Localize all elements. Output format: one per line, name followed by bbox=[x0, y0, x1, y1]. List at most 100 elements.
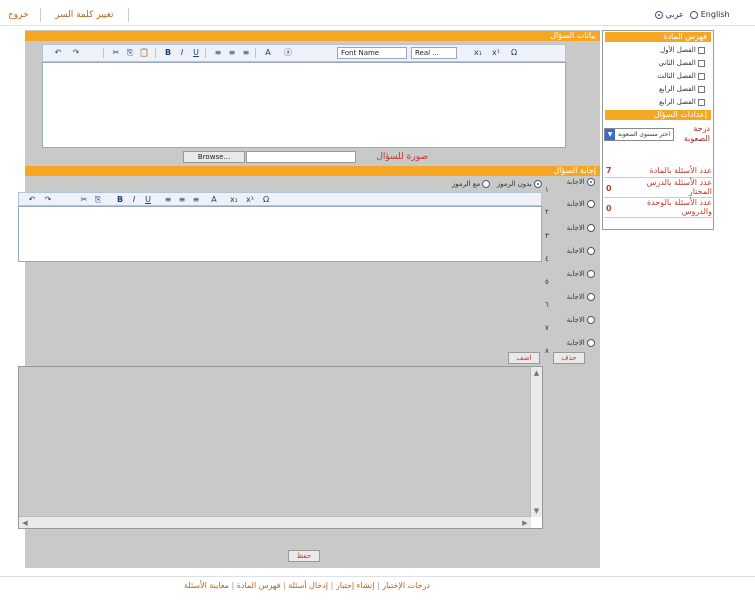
scroll-down-icon[interactable]: ▼ bbox=[531, 505, 542, 517]
special-char-icon[interactable]: Ω bbox=[509, 48, 519, 58]
answer-option[interactable]: الاجابة ٣ bbox=[545, 224, 595, 247]
undo-icon[interactable]: ↶ bbox=[53, 48, 63, 58]
difficulty-label: درجة الصعوبة bbox=[683, 124, 710, 143]
scroll-up-icon[interactable]: ▲ bbox=[531, 367, 542, 379]
answer-radio[interactable] bbox=[587, 270, 595, 278]
chapter-checkbox[interactable] bbox=[698, 46, 705, 54]
scroll-right-icon[interactable]: ▶ bbox=[519, 517, 531, 529]
difficulty-select[interactable]: اختر مستوى الصعوبة ▼ bbox=[604, 128, 674, 141]
symbols-option-row: بدون الرموز مع الرموز bbox=[430, 180, 542, 188]
scroll-left-icon[interactable]: ◀ bbox=[19, 517, 31, 529]
vertical-scrollbar[interactable]: ▲ ▼ bbox=[530, 367, 542, 517]
cut-icon[interactable]: ✂ bbox=[79, 195, 89, 205]
nav-preview-questions[interactable]: معاينة الأسئلة bbox=[184, 581, 229, 590]
answer-option[interactable]: الاجابة ٧ bbox=[545, 316, 595, 339]
subject-index-header: فهرس المادة bbox=[605, 32, 711, 42]
toolbar-separator bbox=[103, 48, 104, 58]
copy-icon[interactable]: ⎘ bbox=[93, 195, 103, 205]
no-symbols-radio[interactable] bbox=[534, 180, 542, 188]
chapter-list: الفصل الأول الفصل الثاني الفصل الثالث ال… bbox=[615, 46, 705, 111]
chapter-checkbox[interactable] bbox=[698, 72, 705, 80]
answer-radio[interactable] bbox=[587, 200, 595, 208]
horizontal-scrollbar[interactable]: ◀ ▶ bbox=[19, 516, 531, 528]
chapter-item[interactable]: الفصل الأول bbox=[615, 46, 705, 59]
nav-create-test[interactable]: إنشاء إختبار bbox=[336, 581, 375, 590]
answer-option[interactable]: الاجابة ١ bbox=[545, 178, 595, 200]
redo-icon[interactable]: ↷ bbox=[71, 48, 81, 58]
bg-color-icon[interactable]: ⓐ bbox=[283, 48, 293, 58]
listbox-content bbox=[19, 367, 531, 517]
align-right-icon[interactable]: ≡ bbox=[191, 195, 201, 205]
underline-icon[interactable]: U bbox=[191, 48, 201, 58]
superscript-icon[interactable]: x¹ bbox=[491, 48, 501, 58]
italic-icon[interactable]: I bbox=[129, 195, 139, 205]
toolbar-separator bbox=[255, 48, 256, 58]
answers-listbox[interactable]: ▲ ▼ ◀ ▶ bbox=[18, 366, 543, 529]
chapter-item[interactable]: الفصل الثالث bbox=[615, 72, 705, 85]
no-symbols-label: بدون الرموز bbox=[496, 180, 532, 188]
browse-button[interactable]: Browse... bbox=[183, 151, 245, 163]
bold-icon[interactable]: B bbox=[115, 195, 125, 205]
superscript-icon[interactable]: x¹ bbox=[245, 195, 255, 205]
delete-answer-button[interactable]: حذف bbox=[553, 352, 585, 364]
with-symbols-radio[interactable] bbox=[482, 180, 491, 188]
align-center-icon[interactable]: ≡ bbox=[177, 195, 187, 205]
arabic-radio[interactable] bbox=[655, 10, 663, 19]
redo-icon[interactable]: ↷ bbox=[43, 195, 53, 205]
nav-subject-index[interactable]: فهرس المادة bbox=[237, 581, 281, 590]
answer-radio[interactable] bbox=[587, 339, 595, 347]
paste-icon[interactable]: 📋 bbox=[139, 48, 149, 58]
font-size-select[interactable]: Real ... bbox=[411, 47, 457, 59]
answer-option[interactable]: الاجابة ٤ bbox=[545, 247, 595, 270]
special-char-icon[interactable]: Ω bbox=[261, 195, 271, 205]
chapter-checkbox[interactable] bbox=[698, 98, 705, 106]
add-answer-button[interactable]: اضف bbox=[508, 352, 540, 364]
stat-row: 0 عدد الأسئلة بالدرس المختار bbox=[604, 178, 714, 198]
chapter-item[interactable]: الفصل الرابع bbox=[615, 85, 705, 98]
underline-icon[interactable]: U bbox=[143, 195, 153, 205]
answer-list: الاجابة ١ الاجابة ٢ الاجابة ٣ الاجابة ٤ … bbox=[545, 178, 595, 361]
answer-radio[interactable] bbox=[587, 293, 595, 301]
bold-icon[interactable]: B bbox=[163, 48, 173, 58]
answer-option[interactable]: الاجابة ٢ bbox=[545, 200, 595, 224]
arabic-label: عربي bbox=[665, 10, 684, 19]
answer-radio[interactable] bbox=[587, 178, 595, 186]
stat-value: 0 bbox=[606, 204, 612, 213]
align-center-icon[interactable]: ≡ bbox=[227, 48, 237, 58]
top-divider bbox=[40, 8, 41, 22]
answer-option[interactable]: الاجابة ٥ bbox=[545, 270, 595, 293]
image-path-input[interactable] bbox=[246, 151, 356, 163]
text-color-icon[interactable]: A bbox=[263, 48, 273, 58]
stat-value: 0 bbox=[606, 184, 612, 193]
english-radio[interactable] bbox=[690, 10, 699, 19]
undo-icon[interactable]: ↶ bbox=[27, 195, 37, 205]
question-section-header: بيانات السؤال bbox=[25, 31, 600, 41]
change-password-link[interactable]: تغيير كلمة السر bbox=[55, 10, 114, 20]
answer-radio[interactable] bbox=[587, 316, 595, 324]
chapter-item[interactable]: الفصل الثاني bbox=[615, 59, 705, 72]
align-right-icon[interactable]: ≡ bbox=[241, 48, 251, 58]
align-left-icon[interactable]: ≡ bbox=[213, 48, 223, 58]
subscript-icon[interactable]: x₁ bbox=[473, 48, 483, 58]
image-label: صورة للسؤال bbox=[376, 152, 428, 162]
save-button[interactable]: حفظ bbox=[288, 550, 320, 562]
cut-icon[interactable]: ✂ bbox=[111, 48, 121, 58]
logout-link[interactable]: خروج bbox=[8, 10, 29, 20]
font-name-select[interactable]: Font Name bbox=[337, 47, 407, 59]
nav-test-grades[interactable]: درجات الإختبار bbox=[382, 581, 430, 590]
text-color-icon[interactable]: A bbox=[209, 195, 219, 205]
copy-icon[interactable]: ⎘ bbox=[125, 48, 135, 58]
answer-radio[interactable] bbox=[587, 224, 595, 232]
answer-editor-body[interactable] bbox=[18, 206, 542, 262]
language-switch: عربي English bbox=[655, 10, 755, 22]
align-left-icon[interactable]: ≡ bbox=[163, 195, 173, 205]
answer-option[interactable]: الاجابة ٦ bbox=[545, 293, 595, 316]
nav-enter-questions[interactable]: إدخال أسئلة bbox=[288, 581, 328, 590]
italic-icon[interactable]: I bbox=[177, 48, 187, 58]
subscript-icon[interactable]: x₁ bbox=[229, 195, 239, 205]
answer-section-header: إجابة السؤال bbox=[25, 166, 600, 176]
chapter-checkbox[interactable] bbox=[698, 59, 705, 67]
answer-radio[interactable] bbox=[587, 247, 595, 255]
chapter-checkbox[interactable] bbox=[698, 85, 705, 93]
question-editor-body[interactable] bbox=[42, 62, 566, 148]
